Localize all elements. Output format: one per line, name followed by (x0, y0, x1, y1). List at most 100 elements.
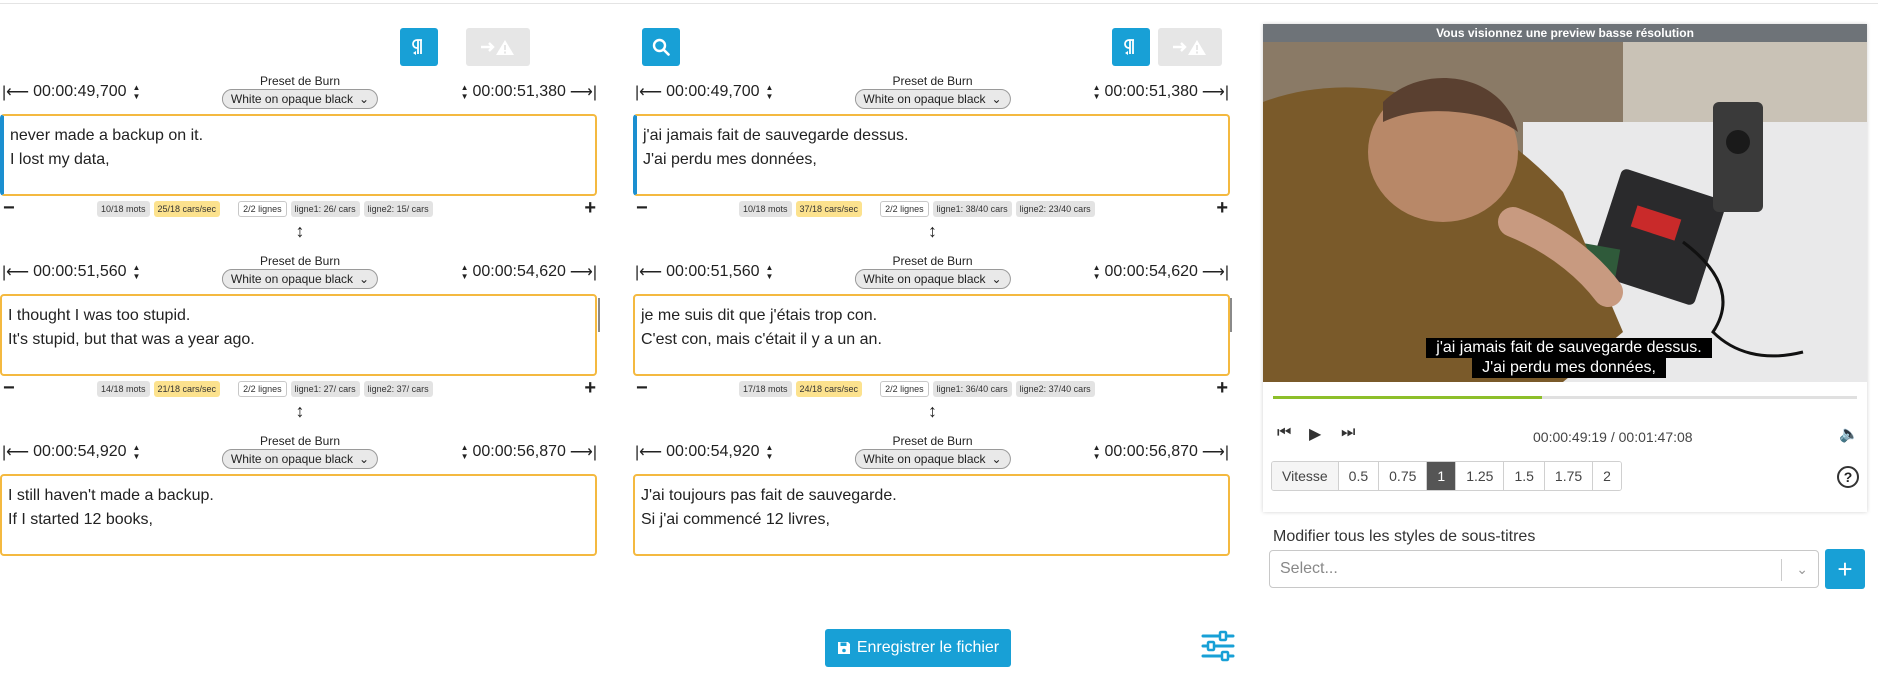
subtitle-line[interactable]: C'est con, mais c'était il y a un an. (641, 328, 1222, 352)
start-time-value[interactable]: 00:00:54,920 (33, 443, 126, 461)
speed-option[interactable]: 2 (1593, 462, 1621, 490)
subtitle-line[interactable]: J'ai perdu mes données, (643, 148, 1222, 172)
jump-to-end-icon[interactable]: ⟶| (1202, 442, 1229, 462)
resize-handle[interactable] (1230, 298, 1232, 332)
merge-arrows-icon[interactable]: ↕ (928, 222, 937, 240)
start-timecode[interactable]: |⟵ 00:00:54,920 ▲ ▼ (635, 442, 773, 462)
jump-to-start-icon[interactable]: |⟵ (2, 442, 29, 462)
subtitle-line[interactable]: If I started 12 books, (8, 508, 589, 532)
minus-icon[interactable]: − (636, 377, 648, 400)
subtitle-text-area[interactable]: I thought I was too stupid. It's stupid,… (0, 294, 597, 376)
send-warning-button[interactable] (466, 28, 530, 66)
time-stepper-icon[interactable]: ▲ ▼ (1093, 263, 1101, 281)
time-stepper-icon[interactable]: ▲ ▼ (133, 83, 141, 101)
subtitle-text-area[interactable]: je me suis dit que j'étais trop con. C'e… (633, 294, 1230, 376)
end-time-value[interactable]: 00:00:54,620 (1104, 263, 1197, 281)
start-timecode[interactable]: |⟵ 00:00:54,920 ▲ ▼ (2, 442, 140, 462)
skip-back-icon[interactable]: ⏮ (1277, 424, 1291, 442)
jump-to-end-icon[interactable]: ⟶| (1202, 82, 1229, 102)
time-stepper-icon[interactable]: ▲ ▼ (1093, 443, 1101, 461)
split-line-button[interactable] (400, 28, 438, 66)
merge-arrows-icon[interactable]: ↕ (296, 402, 305, 420)
subtitle-line[interactable]: I still haven't made a backup. (8, 484, 589, 508)
subtitle-line[interactable]: I thought I was too stupid. (8, 304, 589, 328)
video-frame[interactable]: j'ai jamais fait de sauvegarde dessus. J… (1263, 42, 1867, 382)
subtitle-line[interactable]: never made a backup on it. (10, 124, 589, 148)
end-timecode[interactable]: ▲ ▼ 00:00:54,620 ⟶| (1091, 262, 1229, 282)
preset-select[interactable]: White on opaque black ⌄ (854, 269, 1011, 289)
preset-select[interactable]: White on opaque black ⌄ (221, 449, 379, 469)
volume-icon[interactable]: 🔈 (1839, 424, 1859, 444)
time-stepper-icon[interactable]: ▲ ▼ (766, 83, 774, 101)
end-time-value[interactable]: 00:00:54,620 (472, 263, 565, 281)
subtitle-text-area[interactable]: J'ai toujours pas fait de sauvegarde. Si… (633, 474, 1230, 556)
end-time-value[interactable]: 00:00:56,870 (1104, 443, 1197, 461)
merge-arrows-icon[interactable]: ↕ (928, 402, 937, 420)
jump-to-end-icon[interactable]: ⟶| (570, 442, 597, 462)
minus-icon[interactable]: − (3, 197, 15, 220)
subtitle-text-area[interactable]: j'ai jamais fait de sauvegarde dessus. J… (633, 114, 1230, 196)
start-timecode[interactable]: |⟵ 00:00:51,560 ▲ ▼ (635, 262, 773, 282)
start-time-value[interactable]: 00:00:51,560 (33, 263, 126, 281)
preset-select[interactable]: White on opaque black ⌄ (221, 89, 379, 109)
jump-to-start-icon[interactable]: |⟵ (2, 262, 29, 282)
start-timecode[interactable]: |⟵ 00:00:51,560 ▲ ▼ (2, 262, 140, 282)
end-timecode[interactable]: ▲ ▼ 00:00:51,380 ⟶| (459, 82, 597, 102)
subtitle-text-area[interactable]: I still haven't made a backup. If I star… (0, 474, 597, 556)
search-button[interactable] (642, 28, 680, 66)
subtitle-line[interactable]: j'ai jamais fait de sauvegarde dessus. (643, 124, 1222, 148)
jump-to-start-icon[interactable]: |⟵ (635, 262, 662, 282)
minus-icon[interactable]: − (636, 197, 648, 220)
speed-option[interactable]: 1.75 (1544, 462, 1594, 490)
skip-forward-icon[interactable]: ⏭ (1341, 424, 1355, 442)
styles-select[interactable]: Select... ⌄ (1269, 550, 1819, 588)
end-timecode[interactable]: ▲ ▼ 00:00:51,380 ⟶| (1091, 82, 1229, 102)
preset-select[interactable]: White on opaque black ⌄ (854, 449, 1011, 469)
speed-option[interactable]: 0.75 (1379, 462, 1428, 490)
end-timecode[interactable]: ▲ ▼ 00:00:54,620 ⟶| (459, 262, 597, 282)
time-stepper-icon[interactable]: ▲ ▼ (766, 263, 774, 281)
speed-option[interactable]: 1.5 (1504, 462, 1545, 490)
jump-to-start-icon[interactable]: |⟵ (635, 442, 662, 462)
end-time-value[interactable]: 00:00:51,380 (1104, 83, 1197, 101)
time-stepper-icon[interactable]: ▲ ▼ (461, 443, 469, 461)
speed-option[interactable]: 1.25 (1456, 462, 1505, 490)
speed-option[interactable]: 0.5 (1338, 462, 1380, 490)
add-style-button[interactable]: + (1825, 549, 1865, 589)
end-time-value[interactable]: 00:00:51,380 (472, 83, 565, 101)
progress-bar[interactable] (1263, 382, 1867, 412)
jump-to-end-icon[interactable]: ⟶| (1202, 262, 1229, 282)
time-stepper-icon[interactable]: ▲ ▼ (461, 83, 469, 101)
merge-arrows-icon[interactable]: ↕ (296, 222, 305, 240)
play-icon[interactable]: ▶ (1309, 424, 1321, 444)
plus-icon[interactable]: + (584, 197, 596, 220)
subtitle-text-area[interactable]: never made a backup on it. I lost my dat… (0, 114, 597, 196)
sliders-settings-icon[interactable] (1200, 628, 1236, 664)
time-stepper-icon[interactable]: ▲ ▼ (133, 443, 141, 461)
plus-icon[interactable]: + (1216, 197, 1228, 220)
time-stepper-icon[interactable]: ▲ ▼ (461, 263, 469, 281)
start-time-value[interactable]: 00:00:49,700 (33, 83, 126, 101)
start-time-value[interactable]: 00:00:49,700 (666, 83, 759, 101)
subtitle-line[interactable]: I lost my data, (10, 148, 589, 172)
plus-icon[interactable]: + (1216, 377, 1228, 400)
preset-select[interactable]: White on opaque black ⌄ (221, 269, 379, 289)
jump-to-end-icon[interactable]: ⟶| (570, 82, 597, 102)
time-stepper-icon[interactable]: ▲ ▼ (766, 443, 774, 461)
start-timecode[interactable]: |⟵ 00:00:49,700 ▲ ▼ (635, 82, 773, 102)
minus-icon[interactable]: − (3, 377, 15, 400)
save-file-button[interactable]: Enregistrer le fichier (825, 629, 1011, 667)
help-icon[interactable]: ? (1837, 466, 1859, 488)
split-line-button[interactable] (1112, 28, 1150, 66)
send-warning-button[interactable] (1158, 28, 1222, 66)
jump-to-end-icon[interactable]: ⟶| (570, 262, 597, 282)
subtitle-line[interactable]: Si j'ai commencé 12 livres, (641, 508, 1222, 532)
jump-to-start-icon[interactable]: |⟵ (2, 82, 29, 102)
progress-track[interactable] (1273, 396, 1857, 399)
end-time-value[interactable]: 00:00:56,870 (472, 443, 565, 461)
time-stepper-icon[interactable]: ▲ ▼ (1093, 83, 1101, 101)
end-timecode[interactable]: ▲ ▼ 00:00:56,870 ⟶| (1091, 442, 1229, 462)
subtitle-line[interactable]: je me suis dit que j'étais trop con. (641, 304, 1222, 328)
subtitle-line[interactable]: It's stupid, but that was a year ago. (8, 328, 589, 352)
subtitle-line[interactable]: J'ai toujours pas fait de sauvegarde. (641, 484, 1222, 508)
